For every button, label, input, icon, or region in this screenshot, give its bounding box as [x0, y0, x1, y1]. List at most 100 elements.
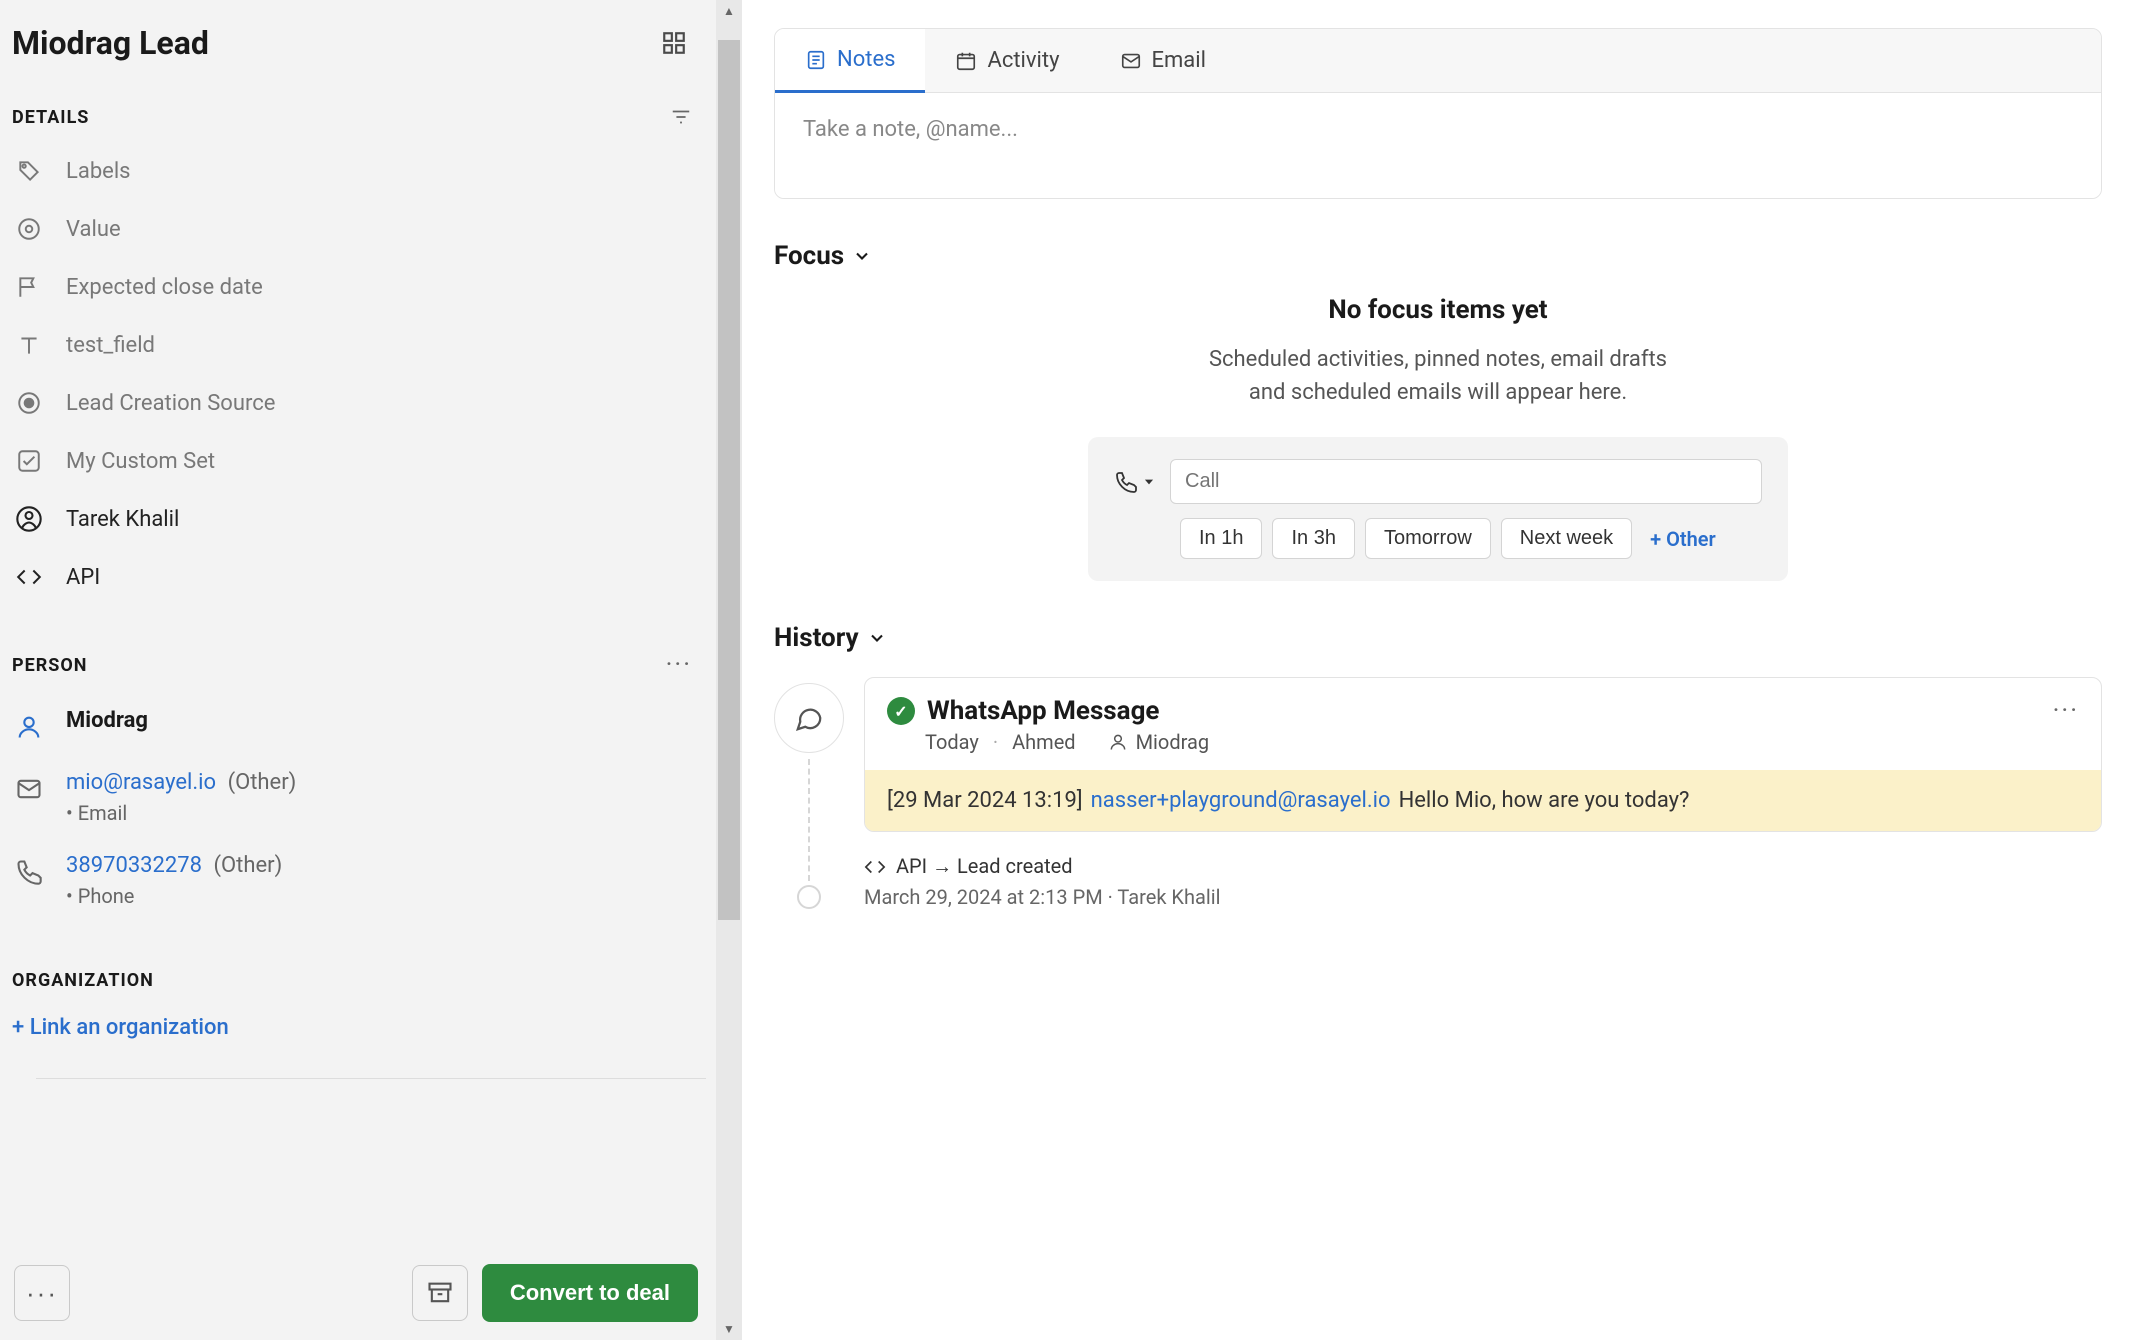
- code-small-icon: [864, 856, 886, 878]
- whatsapp-body-prefix: [29 Mar 2024 13:19]: [887, 788, 1083, 813]
- chip-tomorrow[interactable]: Tomorrow: [1365, 518, 1491, 559]
- detail-test-text: test_field: [66, 333, 155, 358]
- detail-api[interactable]: API: [0, 548, 742, 606]
- scrollbar-thumb[interactable]: [718, 40, 740, 920]
- checkbox-icon: [14, 446, 44, 476]
- whatsapp-body-link[interactable]: nasser+playground@rasayel.io: [1091, 788, 1391, 813]
- phone-small-icon: [1114, 470, 1138, 494]
- caret-down-icon: [1142, 475, 1156, 489]
- person-small-icon: [1108, 732, 1128, 752]
- tab-notes[interactable]: Notes: [775, 29, 925, 93]
- person-phone-label: Phone: [66, 884, 282, 908]
- api-event-label: API → Lead created: [896, 854, 1073, 879]
- mail-icon: [14, 774, 44, 804]
- detail-lead-source-text: Lead Creation Source: [66, 391, 275, 416]
- focus-heading-label: Focus: [774, 241, 844, 271]
- tab-email-label: Email: [1152, 48, 1206, 73]
- details-section-title: DETAILS: [12, 107, 89, 128]
- check-icon: ✓: [887, 697, 915, 725]
- sidebar-scrollbar[interactable]: ▲ ▼: [716, 0, 742, 1340]
- convert-to-deal-button[interactable]: Convert to deal: [482, 1264, 698, 1322]
- person-more-icon[interactable]: ···: [666, 650, 692, 680]
- archive-icon: [426, 1279, 454, 1307]
- chip-in-1h[interactable]: In 1h: [1180, 518, 1262, 559]
- api-event-meta: March 29, 2024 at 2:13 PM · Tarek Khalil: [864, 885, 2102, 909]
- lead-title: Miodrag Lead: [12, 24, 209, 62]
- activity-type-select[interactable]: [1114, 470, 1156, 494]
- person-email-label: Email: [66, 801, 296, 825]
- detail-value[interactable]: Value: [0, 200, 742, 258]
- value-icon: [14, 214, 44, 244]
- notes-card: Notes Activity Email Take a note, @name.…: [774, 28, 2102, 199]
- detail-api-text: API: [66, 565, 100, 590]
- radio-icon: [14, 388, 44, 418]
- note-icon: [805, 49, 827, 71]
- detail-value-text: Value: [66, 217, 121, 242]
- person-phone-suffix: (Other): [213, 853, 282, 878]
- person-section-title: PERSON: [12, 655, 87, 676]
- archive-button[interactable]: [412, 1265, 468, 1321]
- person-email-suffix: (Other): [228, 770, 297, 795]
- note-input[interactable]: Take a note, @name...: [775, 93, 2101, 198]
- chevron-down-icon: [852, 246, 872, 266]
- filter-icon[interactable]: [670, 106, 692, 128]
- whatsapp-participant: Miodrag: [1136, 730, 1210, 754]
- focus-heading[interactable]: Focus: [774, 241, 2102, 271]
- dots-icon: ···: [26, 1278, 58, 1309]
- activity-title-input[interactable]: [1170, 459, 1762, 504]
- whatsapp-author: Ahmed: [1012, 730, 1076, 754]
- more-actions-button[interactable]: ···: [14, 1265, 70, 1321]
- tab-activity[interactable]: Activity: [925, 29, 1089, 92]
- focus-empty-title: No focus items yet: [774, 295, 2102, 325]
- whatsapp-body-text: Hello Mio, how are you today?: [1399, 788, 1690, 813]
- tab-notes-label: Notes: [837, 47, 895, 72]
- calendar-icon: [955, 50, 977, 72]
- main-panel: Notes Activity Email Take a note, @name.…: [742, 0, 2134, 1340]
- phone-icon: [14, 857, 44, 887]
- link-organization-button[interactable]: Link an organization: [0, 1005, 742, 1050]
- person-name[interactable]: Miodrag: [66, 708, 148, 733]
- timeline-dot: [797, 885, 821, 909]
- detail-custom-set[interactable]: My Custom Set: [0, 432, 742, 490]
- focus-empty-body2: and scheduled emails will appear here.: [774, 376, 2102, 409]
- tab-activity-label: Activity: [987, 48, 1059, 73]
- detail-owner-name: Tarek Khalil: [66, 507, 179, 532]
- org-section-title: ORGANIZATION: [12, 970, 154, 991]
- text-icon: [14, 330, 44, 360]
- detail-lead-source[interactable]: Lead Creation Source: [0, 374, 742, 432]
- detail-owner[interactable]: Tarek Khalil: [0, 490, 742, 548]
- other-link[interactable]: + Other: [1650, 527, 1716, 551]
- divider: [36, 1078, 706, 1079]
- detail-expected-text: Expected close date: [66, 275, 263, 300]
- focus-empty-body1: Scheduled activities, pinned notes, emai…: [774, 343, 2102, 376]
- sidebar: ▲ ▼ Miodrag Lead DETAILS Labels: [0, 0, 742, 1340]
- person-phone[interactable]: 38970332278: [66, 853, 202, 878]
- scheduler-card: In 1h In 3h Tomorrow Next week + Other: [1088, 437, 1788, 581]
- person-icon: [14, 712, 44, 742]
- whatsapp-title: WhatsApp Message: [927, 696, 1159, 726]
- chip-next-week[interactable]: Next week: [1501, 518, 1632, 559]
- timeline-chat-icon: [774, 683, 844, 753]
- code-icon: [14, 562, 44, 592]
- whatsapp-date: Today: [925, 730, 979, 754]
- detail-test-field[interactable]: test_field: [0, 316, 742, 374]
- tag-icon: [14, 156, 44, 186]
- detail-labels[interactable]: Labels: [0, 142, 742, 200]
- detail-custom-text: My Custom Set: [66, 449, 215, 474]
- tab-email[interactable]: Email: [1090, 29, 1236, 92]
- grid-icon[interactable]: [656, 25, 692, 61]
- detail-labels-text: Labels: [66, 159, 131, 184]
- scroll-down-icon[interactable]: ▼: [722, 1322, 736, 1336]
- mail-tab-icon: [1120, 50, 1142, 72]
- chevron-down-icon: [867, 628, 887, 648]
- history-heading[interactable]: History: [774, 623, 2102, 653]
- detail-expected-close[interactable]: Expected close date: [0, 258, 742, 316]
- person-circle-icon: [14, 504, 44, 534]
- whatsapp-card: ✓ WhatsApp Message ··· Today · Ahmed Mio…: [864, 677, 2102, 832]
- flag-icon: [14, 272, 44, 302]
- chip-in-3h[interactable]: In 3h: [1272, 518, 1354, 559]
- history-heading-label: History: [774, 623, 859, 653]
- person-email[interactable]: mio@rasayel.io: [66, 770, 216, 795]
- scroll-up-icon[interactable]: ▲: [722, 4, 736, 18]
- whatsapp-more-icon[interactable]: ···: [2053, 696, 2079, 726]
